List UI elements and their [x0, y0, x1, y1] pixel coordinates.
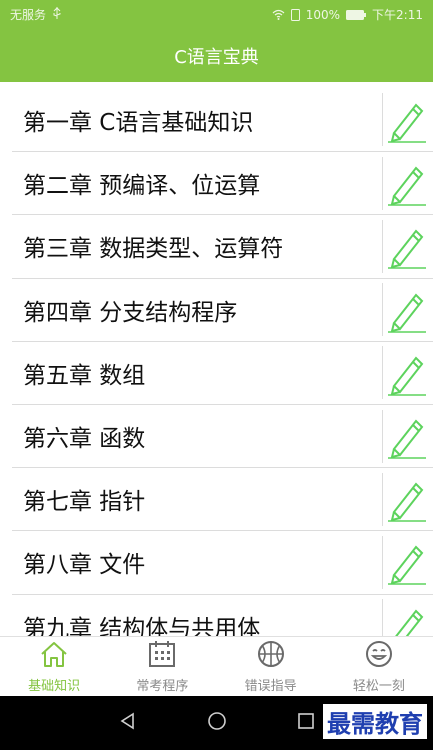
- chapter-item[interactable]: 第六章 函数: [12, 403, 433, 468]
- battery-percent: 100%: [305, 7, 341, 22]
- pencil-icon[interactable]: [382, 535, 429, 589]
- chapter-label: 第二章 预编译、位运算: [23, 173, 261, 200]
- carrier-text: 无服务: [10, 8, 47, 22]
- chapter-label: 第三章 数据类型、运算符: [23, 236, 284, 263]
- tab-relax[interactable]: 轻松一刻: [325, 637, 433, 696]
- chapter-item[interactable]: 第七章 指针: [12, 467, 433, 531]
- chapter-label: 第七章 指针: [23, 489, 146, 516]
- pencil-icon[interactable]: [382, 599, 429, 636]
- chapter-label: 第九章 结构体与共用体: [23, 615, 261, 636]
- pencil-icon[interactable]: [382, 409, 429, 463]
- tab-label: 错误指导: [244, 678, 297, 694]
- tab-basics[interactable]: 基础知识: [0, 637, 108, 696]
- tab-label: 常考程序: [136, 678, 189, 694]
- pencil-icon[interactable]: [382, 346, 429, 400]
- smiley-icon: [364, 640, 394, 672]
- basketball-icon: [256, 640, 286, 672]
- chapter-item[interactable]: 第一章 C语言基础知识: [12, 88, 433, 152]
- status-bar: 无服务 100% 下午2:11: [0, 0, 433, 29]
- home-icon: [39, 640, 69, 672]
- usb-icon: [52, 7, 62, 22]
- pencil-icon[interactable]: [382, 156, 429, 210]
- tab-common-programs[interactable]: 常考程序: [108, 637, 216, 696]
- calendar-icon: [147, 640, 177, 672]
- tab-label: 基础知识: [28, 678, 81, 694]
- chapter-list[interactable]: 第一章 C语言基础知识 第二章 预编译、位运算 第三章 数据类型、运算符 第四章…: [12, 88, 433, 636]
- home-circle-icon[interactable]: [207, 711, 227, 735]
- bottom-tab-bar: 基础知识 常考程序 错误指导 轻松一刻: [0, 636, 433, 696]
- pencil-icon[interactable]: [382, 93, 429, 147]
- back-icon[interactable]: [119, 712, 137, 734]
- chapter-item[interactable]: 第四章 分支结构程序: [12, 277, 433, 341]
- chapter-label: 第一章 C语言基础知识: [23, 109, 254, 136]
- pencil-icon[interactable]: [382, 472, 429, 526]
- pencil-icon[interactable]: [382, 219, 429, 273]
- tab-label: 轻松一刻: [352, 678, 405, 694]
- tab-error-guide[interactable]: 错误指导: [217, 637, 325, 696]
- chapter-label: 第五章 数组: [23, 362, 146, 389]
- chapter-item[interactable]: 第五章 数组: [12, 340, 433, 404]
- clock: 下午2:11: [372, 8, 423, 22]
- app-title-bar: C语言宝典: [0, 29, 433, 82]
- wifi-icon: [272, 9, 285, 20]
- chapter-label: 第四章 分支结构程序: [23, 299, 238, 326]
- pencil-icon[interactable]: [382, 283, 429, 337]
- chapter-label: 第六章 函数: [23, 426, 146, 453]
- chapter-item[interactable]: 第三章 数据类型、运算符: [12, 214, 433, 278]
- chapter-item[interactable]: 第八章 文件: [12, 530, 433, 594]
- chapter-item[interactable]: 第九章 结构体与共用体: [12, 593, 433, 636]
- watermark: 最需教育: [323, 704, 427, 739]
- battery-icon: [346, 9, 367, 20]
- chapter-item[interactable]: 第二章 预编译、位运算: [12, 151, 433, 215]
- app-title: C语言宝典: [174, 46, 259, 68]
- chapter-label: 第八章 文件: [23, 552, 146, 579]
- sim-icon: [290, 8, 300, 21]
- recents-icon[interactable]: [297, 712, 315, 734]
